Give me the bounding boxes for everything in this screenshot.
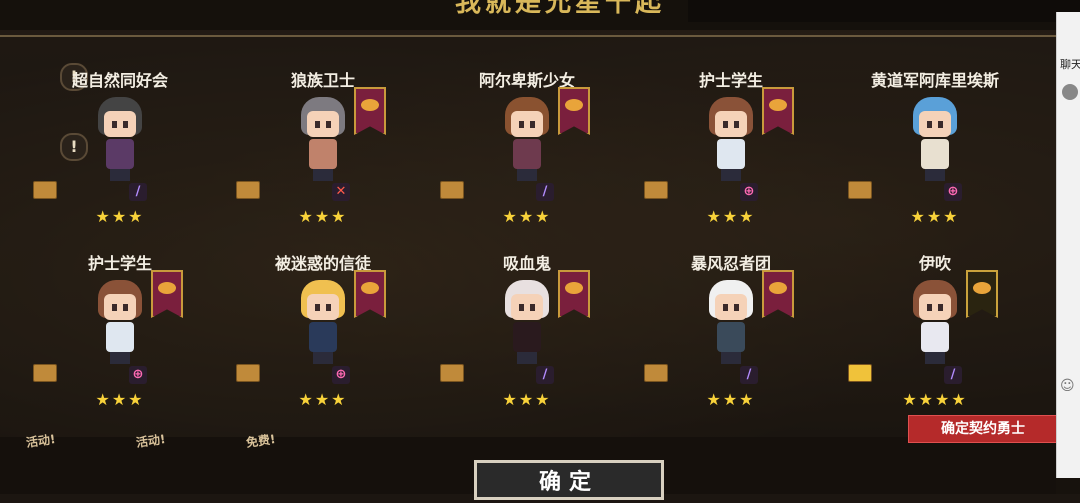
banner-icon — [966, 270, 998, 318]
scroll-icon — [848, 364, 872, 382]
hero-name: 吸血鬼 — [502, 254, 551, 273]
banner-icon — [354, 87, 386, 135]
scroll-icon — [236, 364, 260, 382]
scroll-icon — [644, 364, 668, 382]
hero-name: 伊吹 — [918, 254, 951, 273]
hero-card[interactable]: 护士学生 ⊕ ★★★ — [25, 250, 215, 420]
hero-card[interactable]: 护士学生 ⊕ ★★★ — [636, 67, 826, 237]
cross-icon: ⊕ — [332, 366, 350, 384]
scroll-icon — [644, 181, 668, 199]
staff-icon: ∕ — [536, 366, 554, 384]
banner-icon — [151, 270, 183, 318]
hero-name: 超自然同好会 — [71, 71, 168, 90]
hero-card[interactable]: 黄道军阿库里埃斯 ⊕ ★★★ — [840, 67, 1030, 237]
cross-icon: ⊕ — [740, 183, 758, 201]
confirm-contract-button[interactable]: 确定契约勇士 — [908, 415, 1058, 443]
hero-sprite — [92, 97, 148, 183]
hero-card[interactable]: 阿尔卑斯少女 ∕ ★★★ — [432, 67, 622, 237]
hero-name: 黄道军阿库里埃斯 — [870, 71, 999, 90]
hero-sprite — [907, 280, 963, 366]
cross-icon: ⊕ — [944, 183, 962, 201]
hero-card[interactable]: 狼族卫士 ✕ ★★★ — [228, 67, 418, 237]
chat-title: 聊天 — [1060, 58, 1080, 71]
emoji-icon[interactable]: ☺ — [1060, 378, 1075, 394]
chat-sidebar[interactable] — [1056, 12, 1080, 478]
star-rating: ★★★ — [706, 207, 756, 226]
confirm-button[interactable]: 确定 — [474, 460, 664, 500]
page-title: 我就是允星千起 — [455, 0, 666, 18]
banner-icon — [558, 87, 590, 135]
hero-sprite — [703, 97, 759, 183]
scroll-icon — [33, 181, 57, 199]
top-right-bar — [688, 0, 1080, 22]
hero-card[interactable]: 伊吹 ∕ ★★★★ — [840, 250, 1030, 420]
star-rating: ★★★ — [910, 207, 960, 226]
hero-sprite — [499, 97, 555, 183]
star-rating: ★★★★ — [902, 390, 968, 409]
hero-name: 暴风忍者团 — [690, 254, 771, 273]
banner-icon — [558, 270, 590, 318]
star-rating: ★★★ — [706, 390, 756, 409]
scroll-icon — [236, 181, 260, 199]
hero-name: 阿尔卑斯少女 — [478, 71, 575, 90]
hero-sprite — [907, 97, 963, 183]
hero-sprite — [499, 280, 555, 366]
star-rating: ★★★ — [95, 390, 145, 409]
hero-sprite — [703, 280, 759, 366]
star-rating: ★★★ — [298, 207, 348, 226]
avatar — [1062, 84, 1078, 100]
hero-sprite — [295, 97, 351, 183]
scroll-icon — [440, 364, 464, 382]
banner-icon — [762, 270, 794, 318]
banner-icon — [354, 270, 386, 318]
hero-card[interactable]: 超自然同好会 ∕ ★★★ — [25, 67, 215, 237]
sword-icon: ✕ — [332, 183, 350, 201]
staff-icon: ∕ — [944, 366, 962, 384]
hero-name: 护士学生 — [698, 71, 763, 90]
hero-sprite — [92, 280, 148, 366]
scroll-icon — [440, 181, 464, 199]
staff-icon: ∕ — [129, 183, 147, 201]
scroll-icon — [33, 364, 57, 382]
hero-card[interactable]: 被迷惑的信徒 ⊕ ★★★ — [228, 250, 418, 420]
star-rating: ★★★ — [95, 207, 145, 226]
banner-icon — [762, 87, 794, 135]
star-rating: ★★★ — [502, 390, 552, 409]
hero-name: 护士学生 — [87, 254, 152, 273]
star-rating: ★★★ — [298, 390, 348, 409]
star-rating: ★★★ — [502, 207, 552, 226]
staff-icon: ∕ — [740, 366, 758, 384]
hero-card[interactable]: 吸血鬼 ∕ ★★★ — [432, 250, 622, 420]
hero-sprite — [295, 280, 351, 366]
hero-name: 被迷惑的信徒 — [274, 254, 371, 273]
cross-icon: ⊕ — [129, 366, 147, 384]
hero-name: 狼族卫士 — [290, 71, 355, 90]
scroll-icon — [848, 181, 872, 199]
staff-icon: ∕ — [536, 183, 554, 201]
hero-card[interactable]: 暴风忍者团 ∕ ★★★ — [636, 250, 826, 420]
